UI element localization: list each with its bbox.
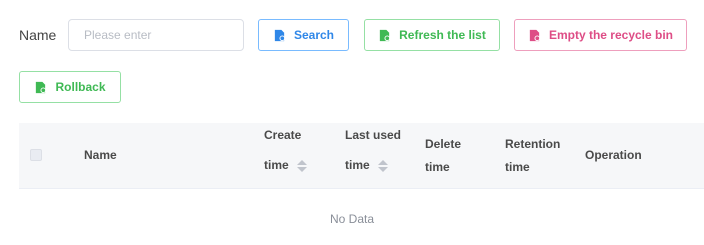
column-header-name-label: Name [84, 148, 117, 162]
column-header-last-used-time[interactable]: Last used time [345, 123, 401, 177]
document-icon [378, 29, 391, 42]
column-header-create-time[interactable]: Create time [264, 123, 307, 177]
column-header-create-time-line1: Create [264, 128, 302, 142]
empty-recycle-bin-button-label: Empty the recycle bin [548, 28, 674, 42]
column-header-name: Name [84, 144, 117, 167]
sort-caret-icon[interactable] [377, 159, 388, 173]
column-header-delete-time-line2: time [425, 160, 450, 174]
rollback-button[interactable]: Rollback [19, 71, 121, 103]
search-button[interactable]: Search [258, 19, 349, 51]
column-header-delete-time: Delete time [425, 133, 461, 179]
sort-caret-icon[interactable] [296, 159, 307, 173]
column-header-retention-time-line2: time [505, 160, 530, 174]
column-header-operation: Operation [585, 144, 642, 167]
column-header-create-time-line2: time [264, 158, 289, 172]
column-header-retention-time-line1: Retention [505, 137, 561, 151]
column-header-delete-time-line1: Delete [425, 137, 462, 151]
refresh-list-button[interactable]: Refresh the list [364, 19, 500, 51]
name-filter-label: Name [19, 27, 57, 43]
column-header-retention-time: Retention time [505, 133, 560, 179]
document-icon [273, 29, 286, 42]
column-header-last-used-time-line1: Last used [345, 128, 402, 142]
column-header-last-used-time-line2: time [345, 158, 370, 172]
table-header: Name Create time Last used time Delete t… [19, 123, 704, 189]
search-button-label: Search [293, 28, 335, 42]
document-icon [34, 81, 47, 94]
rollback-button-label: Rollback [55, 80, 106, 94]
document-icon [528, 29, 541, 42]
select-all-checkbox[interactable] [30, 149, 42, 161]
column-header-operation-label: Operation [585, 148, 642, 162]
name-search-input[interactable] [68, 19, 244, 51]
empty-recycle-bin-button[interactable]: Empty the recycle bin [514, 19, 687, 51]
empty-table-message: No Data [329, 212, 375, 226]
refresh-list-button-label: Refresh the list [399, 28, 486, 42]
